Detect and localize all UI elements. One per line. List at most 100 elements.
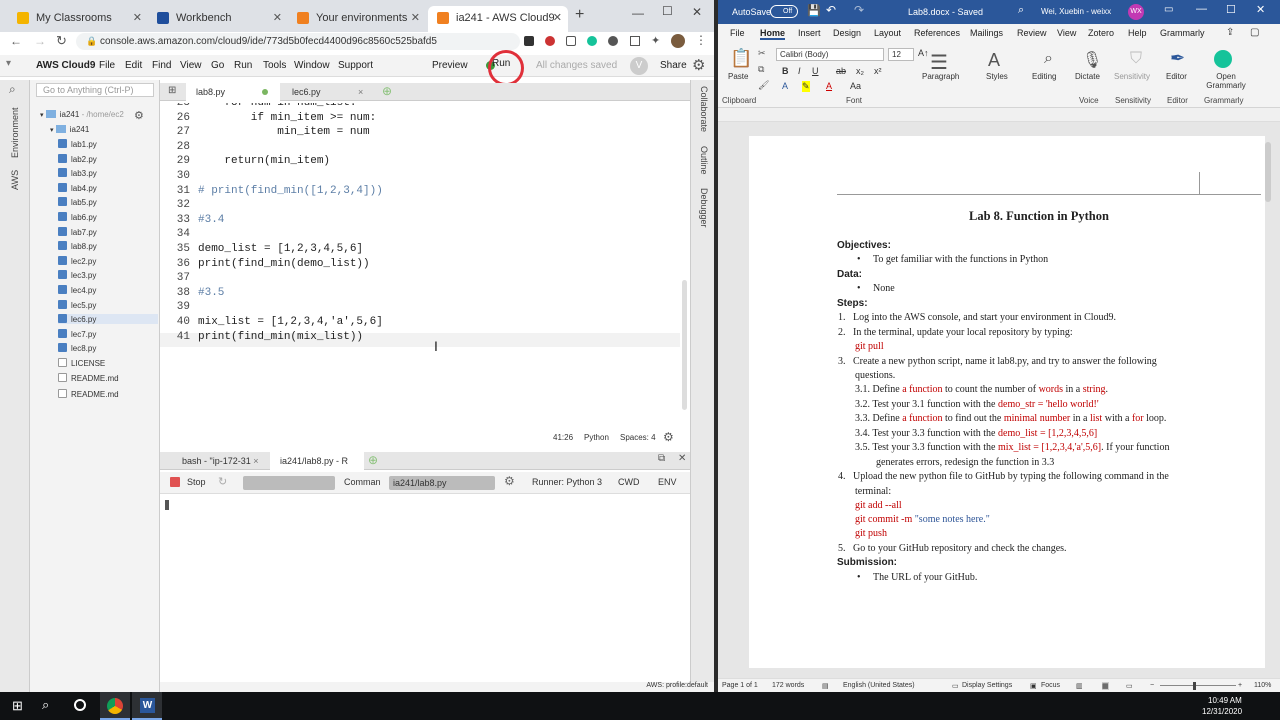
add-tab-icon[interactable]: ⊕ [368,453,378,467]
font-family-select[interactable]: Calibri (Body) [776,48,884,61]
proofing-icon[interactable]: ▤ [822,682,829,690]
collaborate-panel-toggle[interactable]: Collaborate [699,86,709,132]
profile-avatar[interactable] [671,34,685,48]
env-button[interactable]: ENV [658,477,677,487]
font-size-select[interactable]: 12 [888,48,914,61]
tree-file-item[interactable]: lab1.py [58,139,158,149]
zoom-slider[interactable] [1160,685,1236,686]
tab-run-lab8[interactable]: ia241/lab8.py - R [270,452,364,470]
cut-icon[interactable]: ✂ [758,48,766,59]
camera-icon[interactable] [630,36,640,46]
close-icon[interactable]: ✕ [411,6,420,30]
bold-button[interactable]: B [782,66,789,76]
print-layout-icon[interactable]: ▦ [1102,682,1109,690]
forward-icon[interactable]: → [34,34,46,48]
ribbon-tab-layout[interactable]: Layout [874,28,901,38]
ribbon-tab-review[interactable]: Review [1017,28,1047,38]
gear-icon[interactable]: ⚙ [504,474,515,488]
avatar[interactable]: V [630,57,648,75]
windows-start-icon[interactable]: ⊞ [12,698,23,714]
autosave-toggle[interactable]: Off [770,5,798,18]
focus-icon[interactable]: ▣ [1030,682,1037,690]
zoom-in-button[interactable]: + [1238,682,1242,689]
redo-icon[interactable]: ↷ [854,3,864,17]
reload-icon[interactable]: ↻ [56,33,67,49]
close-window-button[interactable]: ✕ [1256,3,1265,16]
minimize-button[interactable]: — [1196,3,1207,15]
ribbon-tab-home[interactable]: Home [760,28,786,40]
gear-icon[interactable]: ⚙ [663,430,674,444]
code-line[interactable]: return(min_item) [198,155,330,167]
font-color-icon[interactable]: A [826,81,832,91]
format-painter-icon[interactable]: 🖌 [758,80,769,91]
tree-file-item[interactable]: lab3.py [58,168,158,178]
text-effects-icon[interactable]: A [782,81,788,91]
close-icon[interactable]: ✕ [553,6,562,30]
ribbon-tab-zotero[interactable]: Zotero [1088,28,1114,38]
ribbon-display-icon[interactable]: ▭ [1164,4,1173,15]
superscript-button[interactable]: x² [874,66,882,76]
language-status[interactable]: English (United States) [843,682,915,689]
tree-file-item[interactable]: README.md [58,372,158,383]
tab-lec6[interactable]: lec6.py × [282,83,374,101]
tree-file-item[interactable]: lec5.py [58,299,158,310]
environment-panel-toggle[interactable]: Environment [10,107,20,158]
menu-go[interactable]: Go [211,60,224,71]
gear-icon[interactable]: ⚙ [134,109,144,122]
cursor-position[interactable]: 41:26 [553,433,573,442]
cloud9-brand[interactable]: AWS Cloud9 [36,60,95,71]
copy-icon[interactable]: ⧉ [758,64,764,75]
save-icon[interactable]: 💾 [807,4,821,17]
tree-file-item[interactable]: lab7.py [58,226,158,237]
restart-icon[interactable]: ↻ [218,475,227,488]
subscript-button[interactable]: x₂ [856,66,864,76]
ribbon-tab-references[interactable]: References [914,28,960,38]
tree-file-item[interactable]: lec2.py [58,255,158,266]
taskbar-word[interactable]: W [132,692,162,720]
display-settings-icon[interactable]: ▭ [952,682,959,690]
ribbon-tab-grammarly[interactable]: Grammarly [1160,28,1205,38]
code-line[interactable]: mix_list = [1,2,3,4,'a',5,6] [198,316,383,328]
back-icon[interactable]: ← [10,34,22,48]
add-tab-icon[interactable]: ⊕ [382,84,392,98]
indent-setting[interactable]: Spaces: 4 [620,433,656,442]
new-tab-button[interactable]: + [575,6,584,24]
strikethrough-button[interactable]: ab [836,66,846,76]
menu-window[interactable]: Window [294,60,330,71]
grammarly-icon[interactable] [587,36,597,46]
gear-icon[interactable]: ⚙ [692,56,705,74]
word-count[interactable]: 172 words [772,682,804,689]
search-icon[interactable]: ⌕ [9,82,16,97]
tree-file-item[interactable]: README.md [58,389,158,399]
focus-button[interactable]: Focus [1041,682,1060,689]
minimize-button[interactable]: — [632,6,644,20]
editing-button[interactable]: Editing [1032,72,1056,81]
browser-tab-workbench[interactable]: Workbench ✕ [148,6,288,32]
code-line[interactable]: demo_list = [1,2,3,4,5,6] [198,243,363,255]
menu-run[interactable]: Run [234,60,252,71]
clock-date[interactable]: 12/31/2020 [1202,707,1242,716]
outline-panel-toggle[interactable]: Outline [699,146,709,175]
language-mode[interactable]: Python [584,433,609,442]
dictate-button[interactable]: Dictate [1075,72,1100,81]
tree-file-item[interactable]: lec6.py [58,314,158,325]
clock-time[interactable]: 10:49 AM [1208,696,1242,705]
close-icon[interactable]: ✕ [678,453,686,464]
puzzle-icon[interactable]: ✦ [651,34,660,47]
close-icon[interactable]: × [253,456,258,466]
maximize-pane-icon[interactable]: ⧉ [658,453,665,464]
collapse-icon[interactable]: ▾ [6,58,11,69]
menu-view[interactable]: View [180,60,202,71]
tab-bash[interactable]: bash - "ip-172-31 × [172,452,266,470]
zoom-level[interactable]: 110% [1254,682,1271,689]
ribbon-tab-help[interactable]: Help [1128,28,1147,38]
sensitivity-icon[interactable]: ⛉ [1130,50,1142,68]
undo-icon[interactable]: ↶ [826,3,836,17]
goto-anything-input[interactable]: Go to Anything (Ctrl-P) [36,83,154,97]
tree-file-item[interactable]: lec8.py [58,343,158,353]
terminal-output[interactable] [160,494,690,682]
ribbon-tab-file[interactable]: File [730,28,745,38]
editor-icon[interactable]: ✒ [1170,48,1185,69]
code-line[interactable]: print(find_min(mix_list)) [198,331,363,343]
code-editor[interactable] [160,101,690,448]
